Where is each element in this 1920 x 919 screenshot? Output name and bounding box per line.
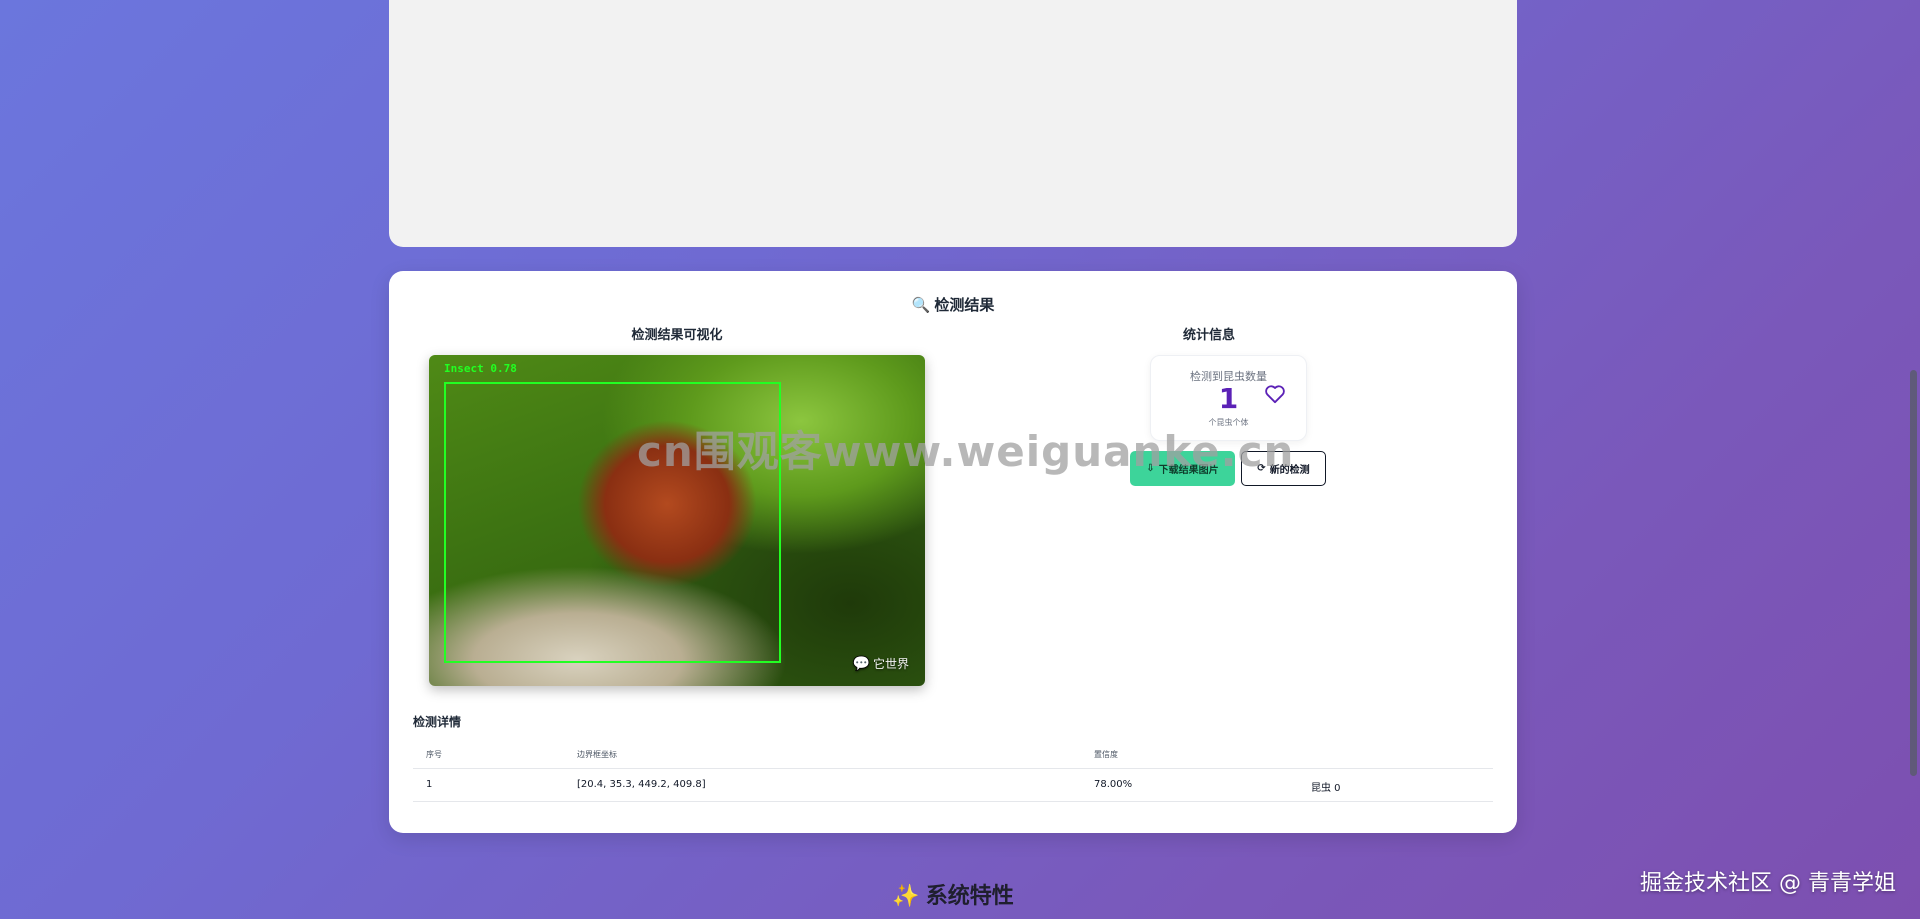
cell-class: 昆虫 0 bbox=[1311, 783, 1341, 794]
result-title-text: 检测结果 bbox=[934, 296, 995, 314]
heart-icon bbox=[1265, 385, 1285, 404]
download-icon: ⇩ bbox=[1146, 463, 1155, 474]
viz-title: 检测结果可视化 bbox=[631, 328, 723, 343]
stat-unit: 个昆虫个体 bbox=[1208, 418, 1249, 427]
header-index: 序号 bbox=[426, 750, 442, 759]
refresh-icon: ⟳ bbox=[1257, 463, 1266, 474]
upload-preview-card bbox=[389, 0, 1517, 247]
header-confidence: 置信度 bbox=[1094, 750, 1118, 759]
scrollbar-thumb[interactable] bbox=[1910, 370, 1917, 776]
new-detection-label: 新的检测 bbox=[1269, 465, 1310, 476]
detection-result-image: Insect 0.78 💬 它世界 bbox=[429, 355, 925, 686]
features-title: ✨ 系统特性 bbox=[0, 878, 1906, 910]
detection-result-card: 🔍 检测结果 检测结果可视化 统计信息 Insect 0.78 💬 它世界 检测到昆… bbox=[389, 271, 1517, 833]
download-button-label: 下载结果图片 bbox=[1158, 465, 1219, 476]
page-scrollbar[interactable] bbox=[1906, 0, 1920, 919]
cell-bbox: [20.4, 35.3, 449.2, 409.8] bbox=[577, 779, 706, 790]
details-title: 检测详情 bbox=[413, 715, 462, 729]
features-title-text: 系统特性 bbox=[925, 884, 1014, 909]
bounding-box bbox=[444, 382, 781, 663]
image-watermark: 💬 它世界 bbox=[853, 655, 909, 672]
table-header-row: 序号 边界框坐标 置信度 bbox=[413, 747, 1493, 769]
header-bbox: 边界框坐标 bbox=[577, 750, 617, 759]
wechat-icon: 💬 bbox=[852, 656, 870, 672]
bbox-label: Insect 0.78 bbox=[444, 362, 517, 375]
insect-count-card: 检测到昆虫数量 1 个昆虫个体 bbox=[1150, 355, 1307, 441]
search-icon: 🔍 bbox=[911, 296, 931, 314]
cell-index: 1 bbox=[426, 779, 433, 790]
details-table: 序号 边界框坐标 置信度 1 [20.4, 35.3, 449.2, 409.8… bbox=[413, 747, 1493, 802]
download-result-button[interactable]: ⇩ 下载结果图片 bbox=[1130, 451, 1235, 486]
stats-title: 统计信息 bbox=[1182, 328, 1235, 343]
cell-confidence: 78.00% bbox=[1094, 779, 1133, 790]
image-watermark-text: 它世界 bbox=[872, 657, 909, 671]
author-watermark: 掘金技术社区 @ 青青学姐 bbox=[1640, 871, 1896, 896]
result-title: 🔍 检测结果 bbox=[389, 294, 1517, 315]
table-row: 1 [20.4, 35.3, 449.2, 409.8] 78.00% 昆虫 0 bbox=[413, 769, 1493, 802]
new-detection-button[interactable]: ⟳ 新的检测 bbox=[1241, 451, 1326, 486]
sparkle-icon: ✨ bbox=[892, 884, 920, 909]
